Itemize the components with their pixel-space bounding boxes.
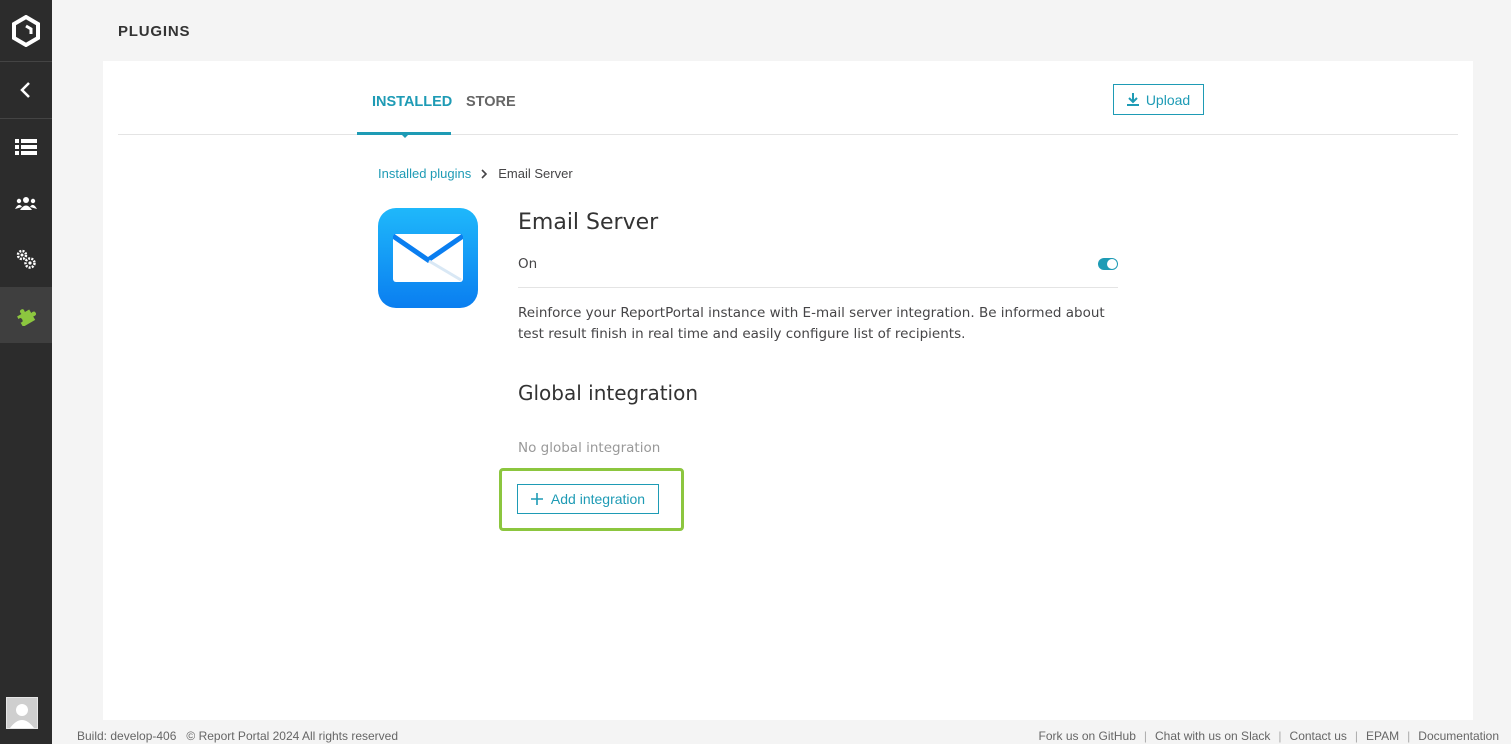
sidebar-item-users[interactable]	[0, 175, 52, 231]
footer-separator: |	[1278, 729, 1282, 743]
sidebar-item-settings[interactable]	[0, 231, 52, 287]
footer-info: Build: develop-406 © Report Portal 2024 …	[77, 729, 398, 743]
back-arrow-icon	[20, 82, 30, 98]
sidebar-item-back[interactable]	[0, 62, 52, 118]
tab-store[interactable]: STORE	[466, 94, 516, 110]
tab-installed[interactable]: INSTALLED	[372, 94, 452, 110]
footer-link-contact[interactable]: Contact us	[1290, 729, 1347, 743]
sidebar	[0, 0, 52, 744]
users-icon	[15, 197, 37, 210]
tabs-divider	[118, 134, 1458, 135]
footer-separator: |	[1407, 729, 1411, 743]
footer-link-github[interactable]: Fork us on GitHub	[1039, 729, 1136, 743]
footer-link-epam[interactable]: EPAM	[1366, 729, 1399, 743]
toggle-knob	[1107, 259, 1117, 269]
plugin-title: Email Server	[518, 210, 659, 235]
footer-separator: |	[1143, 729, 1148, 743]
breadcrumb-current: Email Server	[498, 166, 573, 181]
add-integration-button[interactable]: Add integration	[517, 484, 659, 514]
add-integration-label: Add integration	[550, 491, 646, 507]
footer-link-slack[interactable]: Chat with us on Slack	[1155, 729, 1270, 743]
active-tab-caret	[400, 133, 410, 138]
avatar[interactable]	[6, 697, 38, 729]
breadcrumb-installed-plugins[interactable]: Installed plugins	[378, 166, 471, 181]
plugin-description: Reinforce your ReportPortal instance wit…	[518, 305, 1105, 342]
footer-link-documentation[interactable]: Documentation	[1418, 729, 1499, 743]
footer-separator: |	[1354, 729, 1359, 743]
sidebar-item-plugins[interactable]	[0, 287, 52, 343]
reportportal-logo-icon[interactable]	[0, 0, 52, 62]
download-icon	[1126, 93, 1139, 106]
no-integration-text: No global integration	[518, 440, 661, 456]
plugin-enabled-toggle[interactable]	[1098, 258, 1118, 270]
copyright: © Report Portal 2024 All rights reserved	[186, 729, 399, 743]
chevron-right-icon	[481, 168, 488, 179]
plus-icon	[530, 493, 543, 505]
gears-icon	[16, 249, 36, 269]
breadcrumb: Installed plugins Email Server	[378, 166, 573, 181]
page-title: PLUGINS	[118, 23, 191, 40]
status-divider	[518, 287, 1118, 288]
upload-label: Upload	[1145, 91, 1191, 108]
upload-button[interactable]: Upload	[1113, 84, 1204, 115]
email-plugin-icon	[378, 208, 478, 308]
footer-links: Fork us on GitHub | Chat with us on Slac…	[1039, 729, 1499, 743]
sidebar-item-projects[interactable]	[0, 119, 52, 175]
list-icon	[15, 139, 37, 155]
puzzle-icon	[17, 309, 37, 326]
global-integration-title: Global integration	[518, 381, 699, 405]
build-version: Build: develop-406	[77, 729, 177, 743]
plugin-status-label: On	[518, 256, 538, 272]
plugins-panel: INSTALLED STORE Upload Installed plugins…	[103, 61, 1473, 720]
